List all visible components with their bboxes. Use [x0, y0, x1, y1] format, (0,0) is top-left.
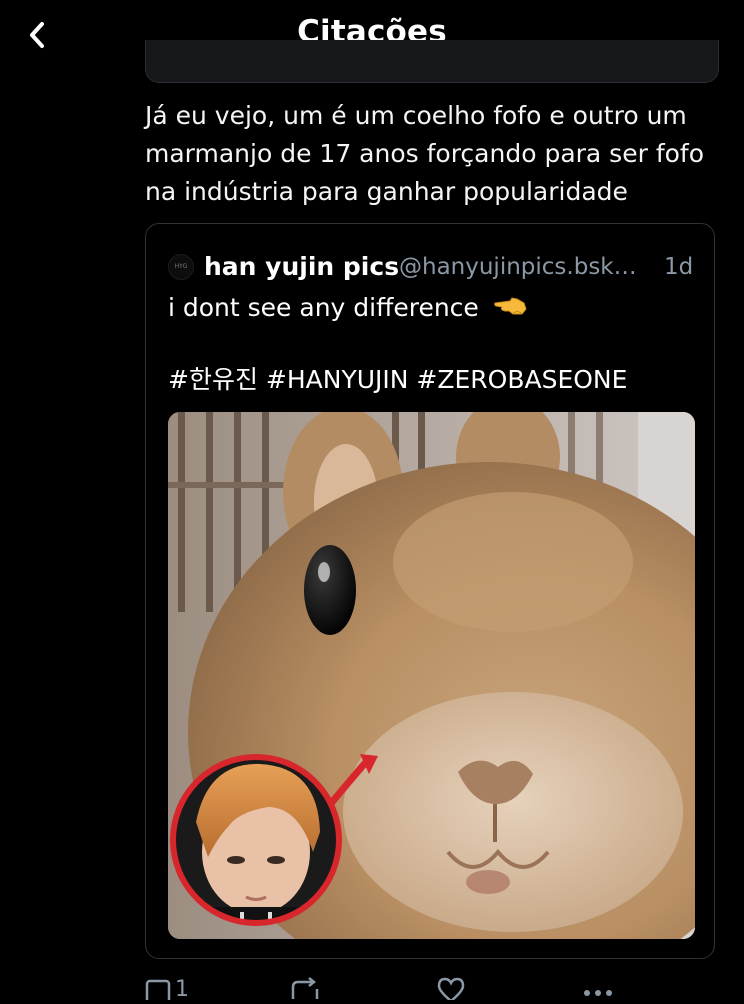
quoted-post-avatar[interactable]: HYG — [168, 254, 194, 280]
post-text: Já eu vejo, um é um coelho fofo e outro … — [145, 101, 705, 206]
quoted-post-handle: @hanyujinpics.bsk… — [399, 254, 637, 280]
quoted-post-text-line: i dont see any difference — [168, 290, 529, 327]
quoted-post-image[interactable] — [168, 412, 695, 939]
avatar-text: HYG — [174, 263, 188, 270]
repost-icon — [291, 977, 319, 999]
reply-count: 1 — [175, 977, 189, 1002]
more-icon — [584, 990, 612, 996]
post-actions: 1 — [145, 975, 725, 1004]
quoted-post-text: i dont see any difference — [168, 293, 479, 322]
previous-post-card-edge — [145, 40, 719, 83]
reply-icon — [145, 979, 171, 1004]
pointing-hand-icon — [493, 291, 529, 327]
quoted-post-author[interactable]: han yujin pics — [204, 252, 399, 281]
quoted-post-hashtags[interactable]: #한유진 #HANYUJIN #ZEROBASEONE — [168, 362, 627, 398]
rabbit-photo — [168, 412, 695, 939]
heart-icon — [437, 977, 465, 1003]
quoted-post-time: 1d — [664, 254, 694, 280]
quoted-post-card[interactable]: HYG han yujin pics @hanyujinpics.bsk… 1d… — [145, 223, 715, 959]
